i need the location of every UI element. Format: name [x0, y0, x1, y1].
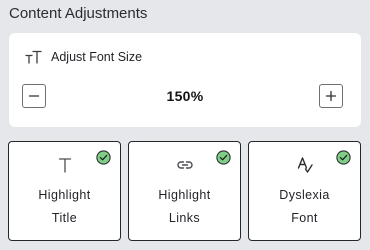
title-t-icon: [58, 158, 71, 173]
section-title: Content Adjustments: [9, 5, 148, 22]
highlight-title-toggle[interactable]: Highlight Title: [8, 141, 121, 241]
font-size-icon: [25, 50, 42, 64]
tile-label-line1: Dyslexia: [279, 188, 330, 202]
tile-label-line2: Title: [51, 211, 78, 225]
tile-label-line1: Highlight: [158, 188, 211, 202]
font-size-header: Adjust Font Size: [25, 49, 142, 65]
highlight-links-toggle[interactable]: Highlight Links: [128, 141, 241, 241]
dyslexia-font-toggle[interactable]: Dyslexia Font: [248, 141, 361, 241]
font-size-card: Adjust Font Size 150%: [9, 33, 361, 127]
tile-label-line2: Font: [291, 211, 318, 225]
tile-label-line1: Highlight: [38, 188, 91, 202]
font-size-label: Adjust Font Size: [51, 50, 143, 64]
dyslexia-font-label: Dyslexia Font: [249, 184, 360, 230]
font-size-value: 150%: [166, 88, 204, 104]
highlight-title-label: Highlight Title: [9, 184, 120, 230]
highlight-links-label: Highlight Links: [129, 184, 240, 230]
tile-label-line2: Links: [168, 211, 201, 225]
dyslexia-font-icon: [297, 157, 313, 173]
plus-icon: [325, 90, 337, 102]
increase-font-button[interactable]: [319, 84, 343, 108]
link-icon: [176, 161, 193, 169]
